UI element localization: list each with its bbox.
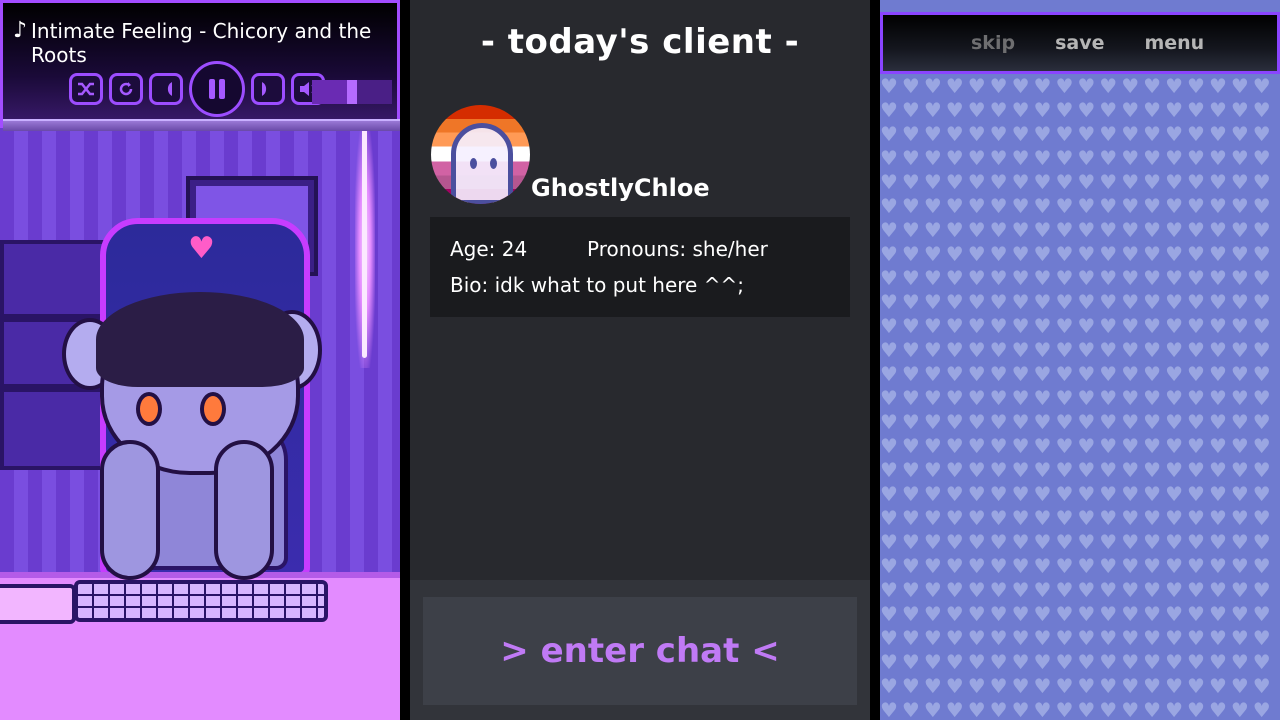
pattern-panel: ♥♥♥♥♥♥♥♥♥♥♥♥♥♥♥♥♥♥♥♥♥♥♥♥♥♥♥♥♥♥♥♥♥♥♥♥♥♥♥♥…	[880, 0, 1280, 720]
pause-icon[interactable]	[189, 61, 245, 117]
next-icon[interactable]	[251, 73, 285, 105]
game-menu-bar: skip save menu	[880, 12, 1280, 74]
character-hand-right	[214, 440, 274, 580]
ghost-icon	[451, 123, 513, 204]
music-player: ♪ Intimate Feeling - Chicory and the Roo…	[0, 0, 400, 131]
save-button[interactable]: save	[1055, 32, 1104, 54]
client-age: Age: 24	[450, 237, 528, 261]
enter-chat-button[interactable]: > enter chat <	[423, 597, 857, 705]
scene-panel: ♥ ♪ Intimate Feeling - Chicory and the R…	[0, 0, 400, 720]
character-hand-left	[100, 440, 160, 580]
player-controls	[69, 61, 325, 117]
volume-slider-fill	[312, 80, 352, 104]
skip-button[interactable]: skip	[971, 32, 1015, 54]
volume-slider[interactable]	[312, 80, 392, 104]
client-pronouns: Pronouns: she/her	[587, 237, 768, 261]
volume-slider-handle[interactable]	[347, 80, 357, 104]
heart-pattern: ♥♥♥♥♥♥♥♥♥♥♥♥♥♥♥♥♥♥♥♥♥♥♥♥♥♥♥♥♥♥♥♥♥♥♥♥♥♥♥♥…	[880, 74, 1275, 720]
client-info-box: Age: 24 Pronouns: she/her Bio: idk what …	[430, 217, 850, 317]
client-username: GhostlyChloe	[531, 174, 710, 202]
client-avatar	[431, 105, 530, 204]
character-eye-right	[200, 392, 226, 426]
chair-heart-icon: ♥	[188, 231, 215, 266]
chat-area: > enter chat <	[410, 580, 870, 720]
keyboard	[74, 580, 328, 622]
now-playing: ♪ Intimate Feeling - Chicory and the Roo…	[13, 18, 383, 68]
previous-icon[interactable]	[149, 73, 183, 105]
page-title: - today's client -	[480, 22, 800, 62]
menu-button[interactable]: menu	[1144, 32, 1204, 54]
track-title: Intimate Feeling - Chicory and the Roots	[31, 19, 372, 67]
music-note-icon: ♪	[13, 18, 28, 43]
character-eye-left	[136, 392, 162, 426]
repeat-icon[interactable]	[109, 73, 143, 105]
shuffle-icon[interactable]	[69, 73, 103, 105]
character-hair	[96, 292, 304, 387]
mousepad	[0, 584, 76, 624]
neon-light-tube	[362, 128, 367, 358]
client-panel: - today's client - GhostlyChloe Age: 24 …	[410, 0, 870, 720]
client-bio: Bio: idk what to put here ^^;	[450, 273, 744, 297]
player-ledge	[3, 119, 400, 131]
